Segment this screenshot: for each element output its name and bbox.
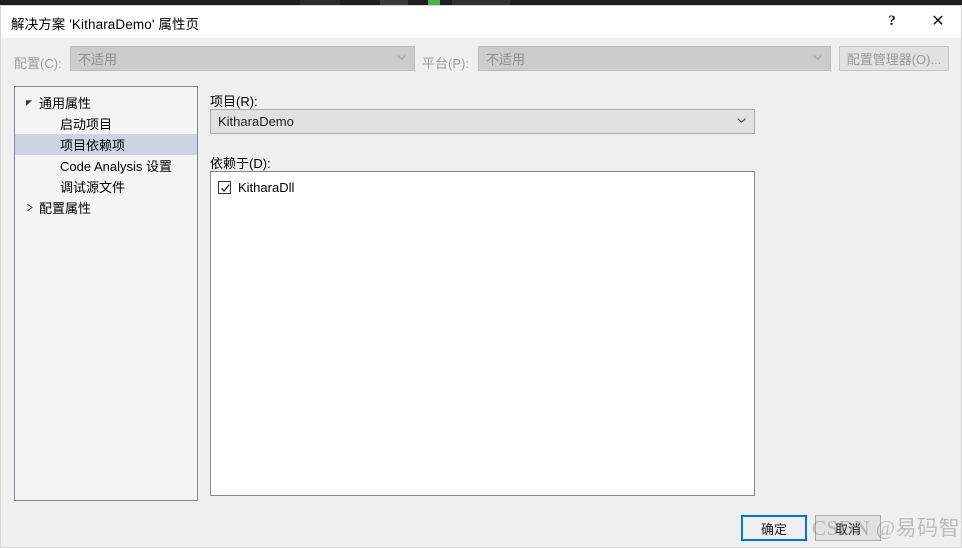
dialog-title: 解决方案 'KitharaDemo' 属性页	[11, 17, 200, 32]
configuration-combobox[interactable]: 不适用	[70, 46, 415, 71]
property-tree-panel[interactable]: 通用属性 启动项目 项目依赖项 Code Analysis 设置 调试源文件 配…	[14, 86, 198, 501]
chevron-down-icon	[737, 116, 746, 125]
project-label: 项目(R):	[210, 94, 258, 109]
question-mark-icon: ?	[888, 13, 896, 29]
cancel-button[interactable]: 取消	[815, 515, 881, 541]
dependencies-listbox[interactable]: KitharaDll	[210, 171, 755, 496]
tree-item-debug-source-files[interactable]: 调试源文件	[15, 176, 197, 197]
chevron-down-icon	[813, 53, 822, 62]
ok-button-label: 确定	[760, 521, 787, 537]
ok-button[interactable]: 确定	[741, 515, 807, 541]
screenshot-root: 解决方案 'KitharaDemo' 属性页 ? ✕ 配置(C): 不适用 平台…	[0, 0, 962, 548]
list-item-label: KitharaDll	[238, 179, 295, 195]
tree-item-configuration-properties[interactable]: 配置属性	[15, 197, 197, 218]
close-icon: ✕	[931, 12, 945, 30]
help-button[interactable]: ?	[869, 6, 915, 37]
configuration-manager-label: 配置管理器(O)...	[846, 52, 942, 67]
platform-combobox[interactable]: 不适用	[478, 46, 831, 71]
cancel-button-label: 取消	[834, 521, 861, 537]
tree-item-code-analysis-settings[interactable]: Code Analysis 设置	[15, 155, 197, 176]
chevron-down-icon	[397, 53, 406, 62]
configuration-value: 不适用	[78, 52, 118, 67]
window-controls: ? ✕	[869, 6, 961, 38]
tree-item-project-dependencies[interactable]: 项目依赖项	[15, 134, 197, 155]
property-pages-dialog: 解决方案 'KitharaDemo' 属性页 ? ✕ 配置(C): 不适用 平台…	[0, 5, 962, 548]
dependencies-list: KitharaDll	[211, 172, 754, 197]
configuration-toolbar: 配置(C): 不适用 平台(P): 不适用 配置管理器(O)...	[1, 38, 961, 84]
list-item[interactable]: KitharaDll	[211, 177, 754, 197]
configuration-manager-button[interactable]: 配置管理器(O)...	[839, 46, 949, 71]
tree-item-label: 调试源文件	[60, 180, 126, 195]
close-button[interactable]: ✕	[915, 6, 961, 37]
project-combobox[interactable]: KitharaDemo	[210, 109, 755, 134]
checkbox-kitharadll[interactable]	[218, 180, 231, 194]
depends-on-label: 依赖于(D):	[210, 156, 271, 171]
collapse-triangle-icon[interactable]	[23, 92, 35, 113]
tree-item-common-properties[interactable]: 通用属性	[15, 92, 197, 113]
platform-value: 不适用	[486, 52, 526, 67]
tree-item-label: 项目依赖项	[60, 138, 126, 153]
tree-item-label: Code Analysis 设置	[60, 159, 172, 174]
property-tree: 通用属性 启动项目 项目依赖项 Code Analysis 设置 调试源文件 配…	[15, 87, 197, 218]
title-bar: 解决方案 'KitharaDemo' 属性页 ? ✕	[1, 6, 961, 38]
configuration-label: 配置(C):	[14, 56, 62, 71]
platform-label: 平台(P):	[422, 56, 469, 71]
expand-triangle-icon[interactable]	[23, 197, 35, 218]
tree-item-startup-project[interactable]: 启动项目	[15, 113, 197, 134]
project-value: KitharaDemo	[218, 114, 294, 129]
tree-item-label: 启动项目	[60, 117, 113, 132]
